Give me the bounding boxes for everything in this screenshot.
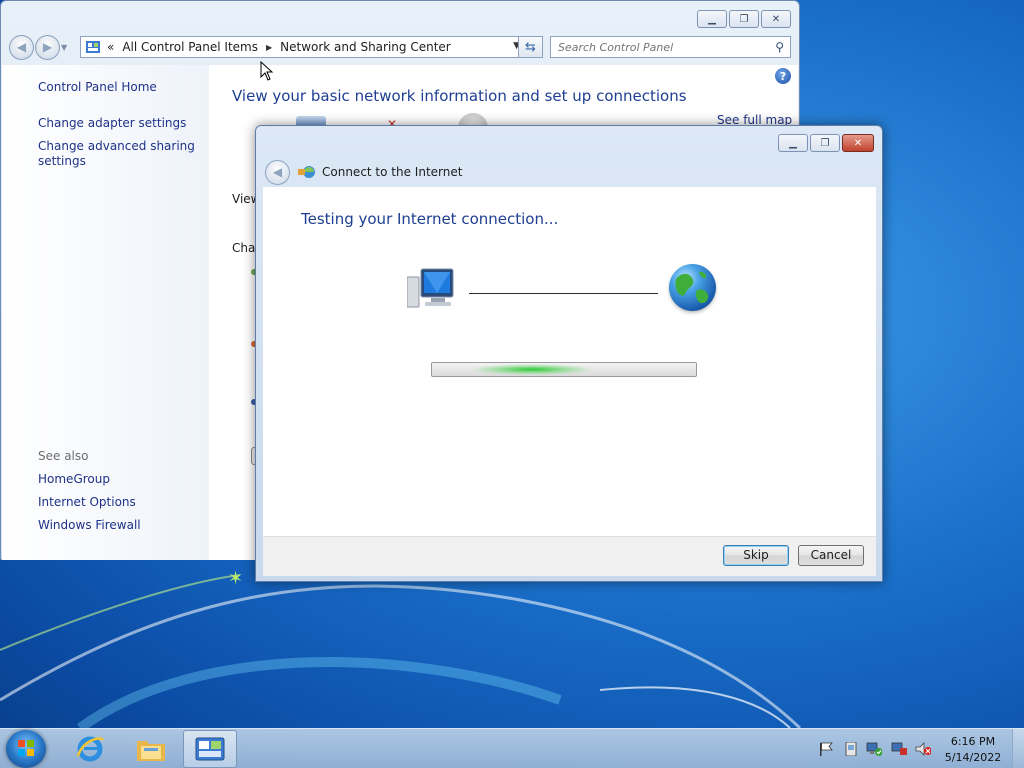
- sidebar-advanced-line1: Change advanced sharing: [38, 139, 195, 153]
- dialog-close-button[interactable]: ✕: [842, 134, 874, 152]
- sidebar-change-adapter-settings[interactable]: Change adapter settings: [38, 116, 186, 131]
- dialog-header: ◀ Connect to the Internet: [265, 159, 462, 185]
- dialog-maximize-button[interactable]: ❐: [810, 134, 840, 152]
- page-title: View your basic network information and …: [232, 87, 687, 105]
- refresh-button[interactable]: ⇆: [518, 36, 543, 58]
- connect-internet-dialog: ▁ ❐ ✕ ◀ Connect to the Internet Testing …: [255, 125, 883, 582]
- internet-explorer-icon: [76, 736, 104, 762]
- minimize-button[interactable]: ▁: [697, 10, 727, 28]
- sidebar-windows-firewall[interactable]: Windows Firewall: [38, 518, 141, 533]
- taskbar-internet-explorer[interactable]: [63, 730, 117, 768]
- progress-marquee: [472, 364, 592, 375]
- sidebar-internet-options[interactable]: Internet Options: [38, 495, 136, 510]
- network-connection-icon: [298, 166, 315, 178]
- taskbar-control-panel[interactable]: [183, 730, 237, 768]
- dialog-title: Connect to the Internet: [322, 165, 463, 179]
- windows-logo-icon: [18, 740, 34, 756]
- recent-pages-dropdown[interactable]: ▼: [61, 43, 67, 52]
- back-button[interactable]: ◀: [9, 34, 34, 60]
- action-center-flag-icon[interactable]: [818, 742, 834, 756]
- sidebar-control-panel-home[interactable]: Control Panel Home: [38, 80, 157, 95]
- breadcrumb-network-center[interactable]: Network and Sharing Center: [280, 40, 451, 54]
- dialog-footer: Skip Cancel: [263, 536, 876, 576]
- control-panel-icon: [195, 737, 225, 761]
- breadcrumb-all-items[interactable]: All Control Panel Items: [122, 40, 258, 54]
- control-panel-icon: [86, 41, 100, 53]
- cancel-button[interactable]: Cancel: [798, 545, 864, 566]
- computer-icon: [407, 268, 454, 308]
- removable-media-icon[interactable]: [843, 742, 859, 756]
- dialog-content: Testing your Internet connection...: [263, 187, 876, 536]
- power-icon[interactable]: [891, 742, 907, 756]
- breadcrumb-separator-icon[interactable]: ▶: [266, 43, 272, 52]
- sidebar-homegroup[interactable]: HomeGroup: [38, 472, 110, 487]
- dialog-minimize-button[interactable]: ▁: [778, 134, 808, 152]
- back-arrow-icon: ◀: [272, 165, 283, 179]
- see-also-heading: See also: [38, 449, 89, 463]
- mouse-cursor-icon: [260, 61, 274, 81]
- show-desktop-button[interactable]: [1012, 729, 1024, 768]
- windows-explorer-icon: [137, 741, 165, 761]
- globe-continents-icon: [675, 271, 709, 304]
- back-arrow-icon: ◀: [16, 40, 27, 54]
- search-box[interactable]: ⚲: [550, 36, 791, 58]
- close-button[interactable]: ✕: [761, 10, 791, 28]
- sidebar-advanced-line2: settings: [38, 154, 86, 168]
- volume-muted-icon[interactable]: [915, 742, 931, 756]
- progress-bar: [431, 362, 697, 377]
- connection-line: [469, 293, 658, 294]
- forward-button[interactable]: ▶: [35, 34, 60, 60]
- taskbar: 6:16 PM 5/14/2022: [0, 728, 1024, 768]
- sidebar: Control Panel Home Change adapter settin…: [2, 65, 209, 560]
- search-input[interactable]: [558, 40, 758, 54]
- forward-arrow-icon: ▶: [42, 40, 53, 54]
- wallpaper-leaf-icon: ✶: [228, 568, 244, 589]
- dialog-caption-buttons: ▁ ❐ ✕: [778, 134, 874, 152]
- refresh-icon: ⇆: [525, 39, 536, 55]
- network-status-icon[interactable]: [866, 742, 882, 756]
- search-icon[interactable]: ⚲: [775, 40, 784, 54]
- taskbar-windows-explorer[interactable]: [124, 730, 178, 768]
- internet-globe-icon: [669, 264, 716, 311]
- sidebar-change-advanced-sharing[interactable]: Change advanced sharing settings: [38, 139, 195, 169]
- clock-date: 5/14/2022: [944, 751, 1002, 764]
- address-overflow-chevron[interactable]: «: [107, 40, 114, 54]
- window-caption-buttons: ▁ ❐ ✕: [697, 10, 791, 28]
- address-bar[interactable]: « All Control Panel Items ▶ Network and …: [80, 36, 527, 58]
- clock-time: 6:16 PM: [950, 735, 996, 748]
- start-button[interactable]: [6, 730, 46, 768]
- dialog-back-button[interactable]: ◀: [265, 159, 290, 185]
- navigation-bar: ◀ ▶ ▼ « All Control Panel Items ▶ Networ…: [9, 34, 793, 60]
- skip-button[interactable]: Skip: [723, 545, 789, 566]
- maximize-button[interactable]: ❐: [729, 10, 759, 28]
- system-clock[interactable]: 6:16 PM 5/14/2022: [940, 734, 1006, 766]
- status-heading: Testing your Internet connection...: [301, 210, 559, 228]
- help-icon[interactable]: ?: [775, 68, 791, 84]
